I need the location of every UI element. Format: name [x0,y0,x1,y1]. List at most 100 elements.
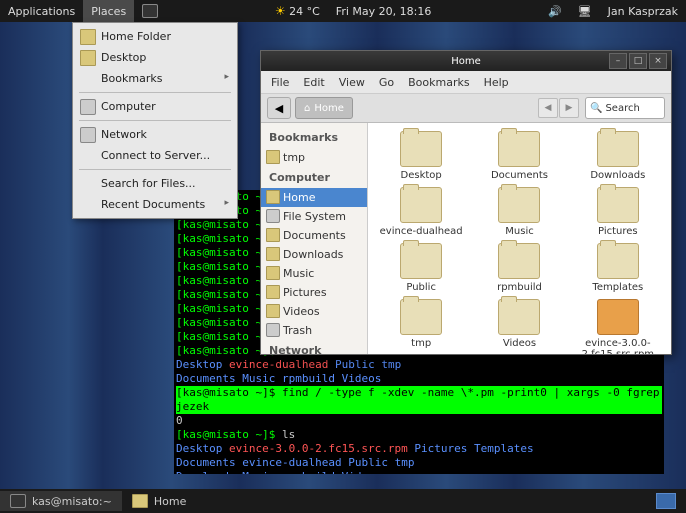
weather-icon: ☀ [275,4,286,18]
file-label: Pictures [598,226,638,237]
sidebar-videos[interactable]: Videos [261,302,367,321]
workspace-icon [656,493,676,509]
package-icon [597,299,639,335]
close-button[interactable]: × [649,53,667,69]
menu-computer[interactable]: Computer [73,96,237,117]
sidebar-trash[interactable]: Trash [261,321,367,340]
folder-icon [132,494,148,508]
file-label: evince-3.0.0-2.fc15.src.rpm [573,338,663,354]
folder-icon [400,299,442,335]
file-label: rpmbuild [497,282,542,293]
menu-go[interactable]: Go [379,76,394,89]
sidebar-documents[interactable]: Documents [261,226,367,245]
menu-connect-server[interactable]: Connect to Server... [73,145,237,166]
file-item[interactable]: Music [474,187,564,237]
search-icon: 🔍 [590,103,602,114]
home-icon [266,190,280,204]
taskbar-home[interactable]: Home [122,491,196,511]
file-label: Desktop [401,170,442,181]
menu-bookmarks[interactable]: Bookmarks [408,76,469,89]
menubar: File Edit View Go Bookmarks Help [261,71,671,94]
menu-file[interactable]: File [271,76,289,89]
folder-icon [266,304,280,318]
network-icon [80,127,96,143]
terminal-launcher[interactable] [134,0,166,22]
back-button[interactable]: ◀ [267,97,291,119]
folder-icon [400,243,442,279]
file-item[interactable]: Pictures [573,187,663,237]
trash-icon [266,323,280,337]
folder-icon [498,243,540,279]
weather-text: 24 °C [289,5,320,18]
terminal-icon [142,4,158,18]
nav-prev-button[interactable]: ◀ [538,98,558,118]
folder-icon [80,29,96,45]
folder-icon [400,131,442,167]
menu-view[interactable]: View [339,76,365,89]
folder-icon [597,243,639,279]
sidebar-tmp[interactable]: tmp [261,148,367,167]
file-view[interactable]: Desktop Documents Downloads evince-dualhead… [368,123,671,354]
sidebar-network-header: Network [261,340,367,354]
maximize-button[interactable]: □ [629,53,647,69]
file-label: Documents [491,170,548,181]
menu-home-folder[interactable]: Home Folder [73,26,237,47]
file-item[interactable]: Templates [573,243,663,293]
folder-icon [266,247,280,261]
file-item[interactable]: Videos [474,299,564,354]
search-box[interactable]: 🔍Search [585,97,665,119]
file-item[interactable]: evince-dualhead [376,187,466,237]
sidebar-filesystem[interactable]: File System [261,207,367,226]
computer-icon [80,99,96,115]
file-item[interactable]: Public [376,243,466,293]
folder-icon [597,131,639,167]
network-icon[interactable]: 🖥 [570,0,600,22]
sidebar-music[interactable]: Music [261,264,367,283]
nav-next-button[interactable]: ▶ [559,98,579,118]
volume-icon[interactable]: 🔊 [540,0,570,22]
weather-applet[interactable]: ☀ 24 °C [267,0,328,22]
user-menu[interactable]: Jan Kasprzak [600,0,686,22]
file-item[interactable]: tmp [376,299,466,354]
file-item[interactable]: Desktop [376,131,466,181]
sidebar-pictures[interactable]: Pictures [261,283,367,302]
workspace-switcher[interactable] [646,491,686,511]
file-item[interactable]: evince-3.0.0-2.fc15.src.rpm [573,299,663,354]
file-item[interactable]: rpmbuild [474,243,564,293]
places-dropdown: Home Folder Desktop Bookmarks Computer N… [72,22,238,219]
bottom-panel: kas@misato:~ Home [0,489,686,513]
applications-menu[interactable]: Applications [0,0,83,22]
menu-edit[interactable]: Edit [303,76,324,89]
folder-icon [80,50,96,66]
menu-separator [79,120,231,121]
menu-search-files[interactable]: Search for Files... [73,173,237,194]
window-titlebar[interactable]: Home – □ × [261,51,671,71]
folder-icon [266,228,280,242]
drive-icon [266,209,280,223]
menu-bookmarks[interactable]: Bookmarks [73,68,237,89]
menu-desktop[interactable]: Desktop [73,47,237,68]
file-item[interactable]: Downloads [573,131,663,181]
sidebar-bookmarks-header: Bookmarks [261,127,367,148]
folder-icon [400,187,442,223]
taskbar-terminal[interactable]: kas@misato:~ [0,491,122,511]
file-label: Public [406,282,436,293]
file-label: Videos [503,338,536,349]
minimize-button[interactable]: – [609,53,627,69]
sidebar-home[interactable]: Home [261,188,367,207]
path-bar[interactable]: ⌂Home [295,97,353,119]
clock[interactable]: Fri May 20, 18:16 [328,0,440,22]
toolbar: ◀ ⌂Home ◀ ▶ 🔍Search [261,94,671,123]
window-title: Home [451,56,481,67]
file-label: Downloads [590,170,645,181]
menu-network[interactable]: Network [73,124,237,145]
file-item[interactable]: Documents [474,131,564,181]
folder-icon [498,131,540,167]
menu-recent-documents[interactable]: Recent Documents [73,194,237,215]
menu-help[interactable]: Help [484,76,509,89]
file-label: Templates [592,282,643,293]
folder-icon [597,187,639,223]
sidebar-downloads[interactable]: Downloads [261,245,367,264]
menu-separator [79,169,231,170]
places-menu[interactable]: Places [83,0,134,22]
